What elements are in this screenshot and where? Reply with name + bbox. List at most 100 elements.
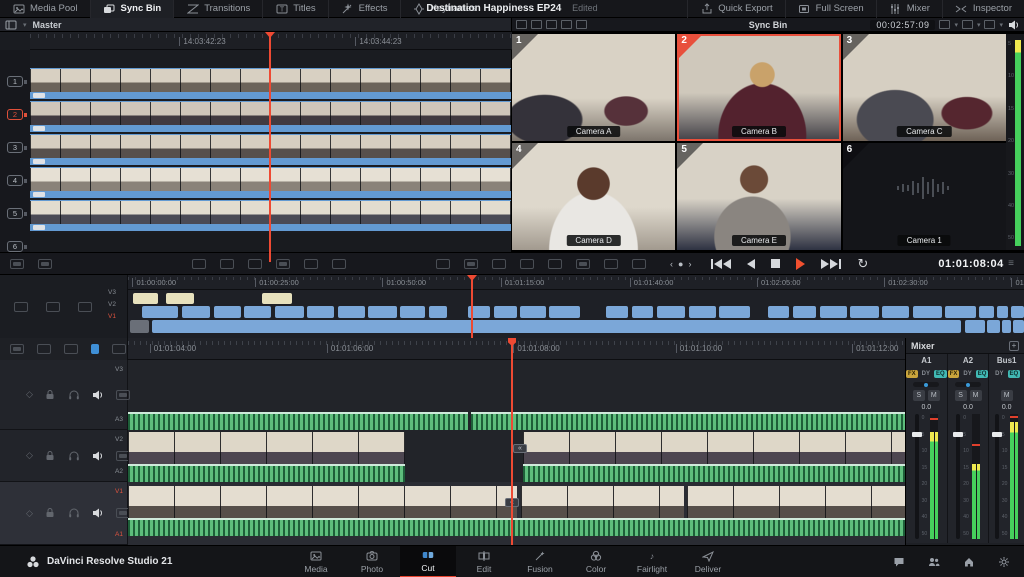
multicam-tile-camera-b-selected[interactable]: 2 Camera B [677,34,840,141]
viewer-tool-icon-1[interactable] [516,20,527,29]
collaboration-icon[interactable] [927,555,940,568]
mute-button[interactable]: M [1001,390,1013,401]
overview-track-v3[interactable] [128,293,1024,304]
transform-icon[interactable] [984,20,995,29]
multicam-tile-camera-c[interactable]: 3 Camera C [843,34,1006,141]
media-pool-button[interactable]: Media Pool [0,0,91,18]
fader-handle[interactable] [992,432,1002,437]
speaker-icon[interactable] [92,449,105,462]
speaker-icon[interactable] [92,507,105,520]
trim-in-icon[interactable] [192,259,206,269]
keyframes-button[interactable]: Keyframes [401,0,488,18]
strip-view-icon[interactable] [576,20,587,29]
detail-ruler[interactable]: 01:01:04:0001:01:06:0001:01:08:0001:01:1… [128,338,905,360]
mute-button[interactable]: M [928,390,940,401]
tab-color[interactable]: Color [568,546,624,577]
camera-strip-badge-6[interactable]: 6 [7,241,23,252]
speaker-icon[interactable] [1007,18,1020,31]
speaker-icon[interactable] [92,388,105,401]
quick-export-button[interactable]: Quick Export [687,0,784,18]
mute-button[interactable]: M [970,390,982,401]
transition-tool-icon[interactable] [332,259,346,269]
track-header-v2-a2[interactable]: ◇ V2 A2 [0,430,128,482]
sync-bin-button[interactable]: Sync Bin [91,0,175,18]
headphones-icon[interactable] [68,507,81,520]
go-to-end-button[interactable] [821,259,841,269]
trim-out-icon[interactable] [220,259,234,269]
aspect-icon[interactable] [939,20,950,29]
play-button[interactable] [796,258,805,270]
viewer-mode-icon[interactable] [4,18,17,31]
lock-icon[interactable] [44,388,57,401]
multicam-tile-camera-a[interactable]: 1 Camera A [512,34,675,141]
slip-edit-icon[interactable] [276,259,290,269]
lock-icon[interactable] [44,449,57,462]
auto-select-icon[interactable]: ◇ [26,389,33,400]
mixer-button[interactable]: Mixer [876,0,942,18]
slide-edit-icon[interactable] [304,259,318,269]
solo-button[interactable]: S [955,390,967,401]
trim-mode-icon[interactable] [37,344,51,354]
tab-photo[interactable]: Photo [344,546,400,577]
track-header-v3-a3[interactable]: ◇ V3 A3 [0,360,128,430]
chevron-down-icon[interactable]: ▾ [23,21,27,29]
snapping-icon[interactable] [112,344,126,354]
viewer-tool-icon-2[interactable] [531,20,542,29]
tab-cut[interactable]: Cut [400,546,456,577]
auto-select-icon[interactable]: ◇ [26,450,33,461]
camera-strip-badge-5[interactable]: 5 [7,208,23,219]
audio-track-a2[interactable] [128,464,905,482]
split-clip-icon[interactable] [10,259,24,269]
camera-strip-badge-1[interactable]: 1 [7,76,23,87]
overview-ruler[interactable]: 01:00:00:0001:00:25:0001:00:50:0001:01:1… [128,275,1024,290]
fx-chip[interactable]: FX [906,370,918,378]
insert-clip-icon[interactable] [632,259,646,269]
titles-button[interactable]: T Titles [263,0,328,18]
roll-edit-icon[interactable] [248,259,262,269]
master-playhead[interactable] [269,32,271,262]
project-manager-icon[interactable] [962,555,975,568]
lock-icon[interactable] [44,507,57,520]
pan-slider[interactable] [913,382,939,387]
timeline-options-icon[interactable] [520,259,534,269]
headphones-icon[interactable] [68,388,81,401]
fader-handle[interactable] [912,432,922,437]
detail-playhead[interactable] [511,338,513,545]
expand-mixer-icon[interactable]: + [1009,341,1019,351]
overview-track-v2[interactable] [128,306,1024,318]
overview-playhead[interactable] [471,275,473,338]
layers-icon[interactable] [962,20,973,29]
match-frame-icon[interactable] [576,259,590,269]
fader-track[interactable] [995,414,999,539]
tab-fairlight[interactable]: ♪ Fairlight [624,546,680,577]
dynamics-chip[interactable]: DY [920,370,932,378]
tab-edit[interactable]: Edit [456,546,512,577]
marker-icon[interactable] [91,344,99,354]
pan-slider[interactable] [955,382,981,387]
tab-fusion[interactable]: Fusion [512,546,568,577]
eq-chip[interactable]: EQ [934,370,947,378]
camera-strip-badge-4[interactable]: 4 [7,175,23,186]
camera-strip-badge-2[interactable]: 2 [7,109,23,120]
dynamics-chip[interactable]: DY [961,370,973,378]
go-to-start-button[interactable] [711,259,731,269]
audio-trim-icon[interactable] [46,302,60,312]
auto-select-icon[interactable]: ◇ [26,508,33,519]
split-audio-icon[interactable] [38,259,52,269]
still-grab-icon[interactable] [436,259,450,269]
viewer-tool-icon-3[interactable] [546,20,557,29]
dynamics-chip[interactable]: DY [993,370,1005,378]
eq-chip[interactable]: EQ [1008,370,1021,378]
eq-chip[interactable]: EQ [976,370,989,378]
transitions-button[interactable]: Transitions [174,0,263,18]
multicam-tile-camera-1-audio[interactable]: 6 Camera 1 [843,143,1006,250]
stop-button[interactable] [771,259,780,268]
fader-track[interactable] [956,414,960,539]
flag-icon[interactable] [548,259,562,269]
multicam-cut-icon[interactable] [10,344,24,354]
stack-timeline-icon[interactable] [14,302,28,312]
multicam-layout-icon[interactable] [492,259,506,269]
grid-view-icon[interactable] [561,20,572,29]
camera-strip-badge-3[interactable]: 3 [7,142,23,153]
project-settings-icon[interactable] [997,555,1010,568]
